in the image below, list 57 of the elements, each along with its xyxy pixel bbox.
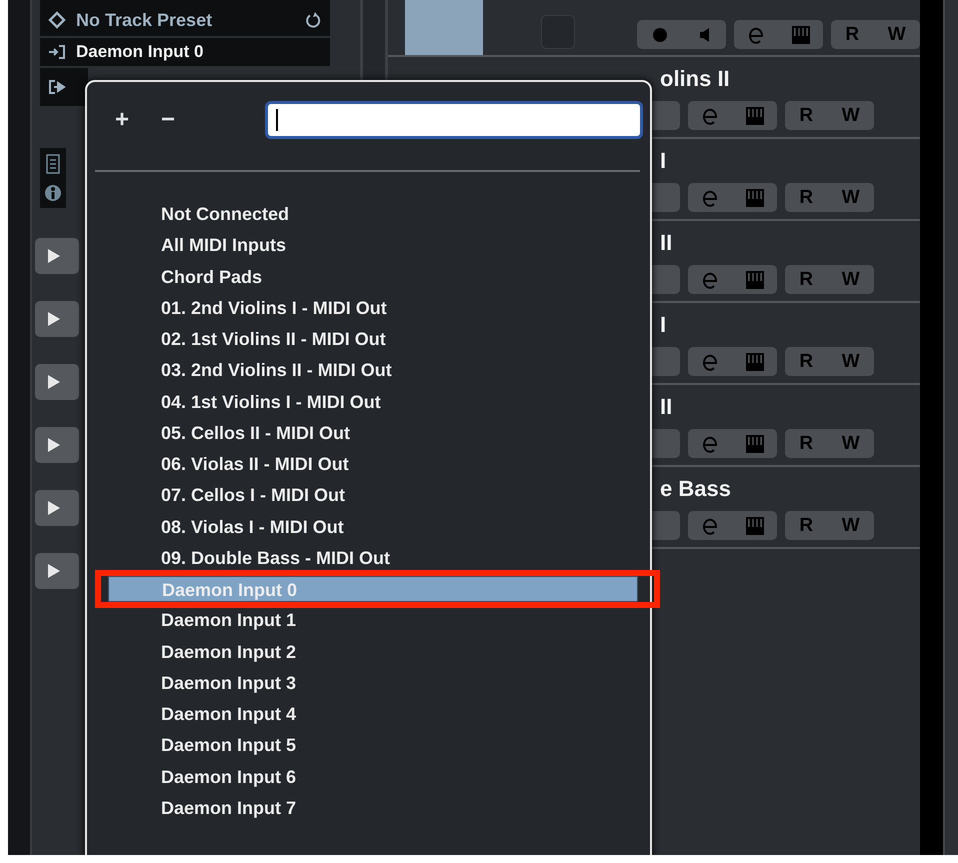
input-row[interactable]: Daemon Input 0 [40,38,330,68]
play-icon [47,311,61,327]
edit-instrument-group[interactable] [688,347,777,376]
input-icon [48,44,66,60]
expand-button[interactable] [35,364,79,400]
menu-item[interactable]: Daemon Input 6 [87,764,650,790]
menu-item[interactable]: Daemon Input 2 [87,638,650,664]
edit-instrument-group[interactable] [688,101,777,130]
output-icon [48,79,66,95]
edit-instrument-group[interactable] [688,511,777,540]
remove-button[interactable]: − [161,106,207,134]
refresh-icon [304,11,322,29]
menu-item[interactable]: Daemon Input 5 [87,732,650,758]
play-icon [47,248,61,264]
speaker-icon [698,26,711,42]
track-name: II [660,395,674,419]
expand-button[interactable] [35,238,79,274]
edit-instrument-group[interactable] [734,20,823,49]
edit-instrument-group[interactable] [688,429,777,458]
search-field[interactable] [265,101,643,139]
diamond-icon [48,11,66,29]
menu-item[interactable]: Daemon Input 4 [87,701,650,727]
info-icon [44,184,62,202]
expand-button[interactable] [35,553,79,589]
track-name: I [660,149,668,173]
edit-instrument-group[interactable] [688,265,777,294]
menu-item[interactable]: Daemon Input 7 [87,794,650,821]
piano-icon [746,106,764,124]
record-icon [652,26,668,42]
piano-icon [746,352,764,370]
play-icon [47,500,61,516]
track-name: II [660,231,674,255]
piano-icon [746,188,764,206]
track-name: I [660,313,668,337]
preset-row[interactable]: No Track Preset [40,0,330,38]
output-row[interactable] [40,68,88,108]
notepad-icon [46,154,60,174]
play-icon [47,437,61,453]
menu-item[interactable]: Daemon Input 1 [87,607,650,634]
piano-icon [746,516,764,534]
track-name: e Bass [660,477,732,501]
play-icon [47,563,61,579]
track-toggle[interactable] [541,15,575,49]
record-monitor-group[interactable] [637,20,726,49]
expand-button[interactable] [35,490,79,526]
input-routing-label[interactable]: Daemon Input 0 [76,42,204,62]
piano-icon [792,26,810,44]
track-name: olins II [660,67,731,91]
piano-icon [746,434,764,452]
menu-item[interactable]: Daemon Input 3 [87,670,650,696]
preset-label[interactable]: No Track Preset [76,10,294,30]
edit-instrument-group[interactable] [688,183,777,212]
play-icon [47,374,61,390]
add-button[interactable]: + [115,106,161,134]
piano-icon [746,270,764,288]
expand-button[interactable] [35,301,79,337]
expand-button[interactable] [35,427,79,463]
